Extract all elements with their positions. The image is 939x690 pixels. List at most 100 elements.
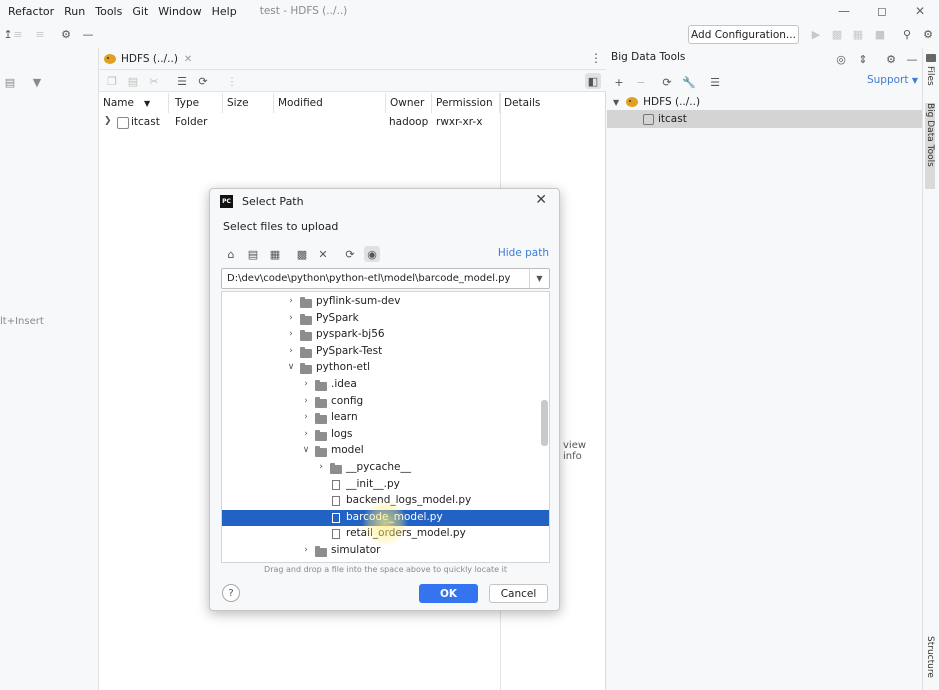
minimize-icon[interactable]: — <box>825 0 863 22</box>
tree-folder-row[interactable]: ∨ python-etl <box>222 360 549 376</box>
close-icon[interactable]: ✕ <box>535 192 547 208</box>
more-options-icon[interactable]: ⋮ <box>590 51 602 65</box>
tree-folder-row[interactable]: › PySpark-Test <box>222 344 549 360</box>
copy-icon[interactable]: ❐ <box>104 73 120 89</box>
tab-hdfs[interactable]: HDFS (../..) ✕ <box>103 48 192 70</box>
chevron-right-icon[interactable]: › <box>301 396 311 406</box>
chevron-down-icon[interactable]: ∨ <box>301 445 311 455</box>
add-configuration-button[interactable]: Add Configuration... <box>688 25 799 44</box>
tree-folder-row[interactable]: › pyflink-sum-dev <box>222 294 549 310</box>
home-icon[interactable]: ⌂ <box>223 246 239 262</box>
tree-file-row[interactable]: retail_orders_model.py <box>222 526 549 542</box>
col-type[interactable]: Type <box>171 93 223 113</box>
files-tab[interactable]: Files <box>925 66 935 86</box>
gear-icon[interactable]: ⚙ <box>883 51 899 67</box>
show-hidden-icon[interactable]: ◉ <box>364 246 380 262</box>
col-size[interactable]: Size <box>223 93 274 113</box>
hide-path-link[interactable]: Hide path <box>498 247 549 259</box>
structure-tab[interactable]: Structure <box>925 636 935 678</box>
col-name[interactable]: Name ▼ <box>99 93 169 113</box>
tree-file-row[interactable]: barcode_model.py <box>222 509 549 526</box>
wrench-icon[interactable]: 🔧 <box>681 74 697 90</box>
hide-icon[interactable]: — <box>80 26 96 42</box>
cut-icon[interactable]: ✂ <box>146 73 162 89</box>
menu-refactor[interactable]: Refactor <box>0 5 59 18</box>
maximize-icon[interactable]: ◻ <box>863 0 901 22</box>
ok-button[interactable]: OK <box>419 584 478 603</box>
new-folder-icon[interactable]: ▩ <box>294 246 310 262</box>
bdt-tree-item-hdfs[interactable]: ▼ HDFS (../..) <box>607 93 922 111</box>
chevron-down-icon[interactable]: ∨ <box>286 362 296 372</box>
add-icon[interactable]: + <box>611 74 627 90</box>
collapse-all-icon[interactable]: ≡ <box>32 26 48 42</box>
tree-file-row[interactable]: __init__.py <box>222 477 549 493</box>
folder-icon <box>300 330 312 342</box>
hide-icon[interactable]: — <box>904 51 920 67</box>
tree-folder-row[interactable]: › simulator <box>222 543 549 559</box>
chevron-right-icon[interactable]: › <box>286 346 296 356</box>
tree-folder-row[interactable]: ∨ model <box>222 443 549 459</box>
remove-icon[interactable]: − <box>633 74 649 90</box>
chevron-right-icon[interactable]: › <box>316 462 326 472</box>
file-tree[interactable]: › pyflink-sum-dev › PySpark › pyspark-bj56 › Py… <box>221 291 550 563</box>
col-permission[interactable]: Permission <box>432 93 500 113</box>
run-icon[interactable]: ▶ <box>808 26 824 42</box>
chevron-right-icon[interactable]: ❯ <box>104 116 112 126</box>
menu-git[interactable]: Git <box>127 5 153 18</box>
project-icon[interactable]: ▦ <box>267 246 283 262</box>
tree-file-row[interactable]: backend_logs_model.py <box>222 493 549 509</box>
big-data-tools-tab[interactable]: Big Data Tools <box>925 103 935 189</box>
coverage-icon[interactable]: ▦ <box>850 26 866 42</box>
table-row[interactable]: ❯ itcast Folder hadoop rwxr-xr-x <box>99 113 606 133</box>
chevron-right-icon[interactable]: › <box>286 296 296 306</box>
menu-run[interactable]: Run <box>59 5 90 18</box>
delete-icon[interactable]: ✕ <box>315 246 331 262</box>
tree-folder-row[interactable]: › config <box>222 394 549 410</box>
search-icon[interactable]: ⚲ <box>899 26 915 42</box>
bdt-tree-item-itcast[interactable]: itcast <box>607 110 922 128</box>
columns-icon[interactable]: ☰ <box>174 73 190 89</box>
close-icon[interactable]: ✕ <box>901 0 939 22</box>
layout-icon[interactable]: ☰ <box>707 74 723 90</box>
path-input[interactable]: D:\dev\code\python\python-etl\model\barc… <box>221 268 550 289</box>
menu-tools[interactable]: Tools <box>90 5 127 18</box>
chevron-right-icon[interactable]: › <box>286 329 296 339</box>
collapse-icon[interactable]: ⇕ <box>855 51 871 67</box>
refresh-icon[interactable]: ⟳ <box>342 246 358 262</box>
tree-folder-row[interactable]: › logs <box>222 427 549 443</box>
paste-icon[interactable]: ▤ <box>125 73 141 89</box>
chevron-right-icon[interactable]: › <box>301 379 311 389</box>
menu-window[interactable]: Window <box>153 5 206 18</box>
expand-all-icon[interactable]: ≡ <box>10 26 26 42</box>
col-details[interactable]: Details <box>500 93 606 113</box>
tree-folder-row[interactable]: › PySpark <box>222 311 549 327</box>
tree-folder-row[interactable]: › pyspark-bj56 <box>222 327 549 343</box>
menu-help[interactable]: Help <box>207 5 242 18</box>
col-modified[interactable]: Modified <box>274 93 386 113</box>
more-icon[interactable]: ⋮ <box>224 73 240 89</box>
stop-icon[interactable]: ■ <box>872 26 888 42</box>
debug-icon[interactable]: ▩ <box>829 26 845 42</box>
filter-icon[interactable]: ▼ <box>27 73 47 91</box>
chevron-right-icon[interactable]: › <box>301 412 311 422</box>
support-dropdown[interactable]: Support ▼ <box>867 74 918 86</box>
help-button[interactable]: ? <box>222 584 240 602</box>
tree-folder-row[interactable]: › learn <box>222 410 549 426</box>
col-owner[interactable]: Owner <box>386 93 432 113</box>
chevron-down-icon[interactable]: ▼ <box>529 269 549 288</box>
chevron-right-icon[interactable]: › <box>286 313 296 323</box>
settings-icon[interactable]: ⚙ <box>920 26 936 42</box>
refresh-icon[interactable]: ⟳ <box>659 74 675 90</box>
close-tab-icon[interactable]: ✕ <box>184 54 192 65</box>
cancel-button[interactable]: Cancel <box>489 584 548 603</box>
gear-icon[interactable]: ⚙ <box>58 26 74 42</box>
chevron-right-icon[interactable]: › <box>301 545 311 555</box>
tree-folder-row[interactable]: › .idea <box>222 377 549 393</box>
target-icon[interactable]: ◎ <box>833 51 849 67</box>
refresh-icon[interactable]: ⟳ <box>195 73 211 89</box>
tree-folder-row[interactable]: › __pycache__ <box>222 460 549 476</box>
sql-console-icon[interactable]: ▤ <box>0 73 20 91</box>
preview-toggle-icon[interactable]: ◧ <box>585 73 601 89</box>
chevron-right-icon[interactable]: › <box>301 429 311 439</box>
desktop-icon[interactable]: ▤ <box>245 246 261 262</box>
